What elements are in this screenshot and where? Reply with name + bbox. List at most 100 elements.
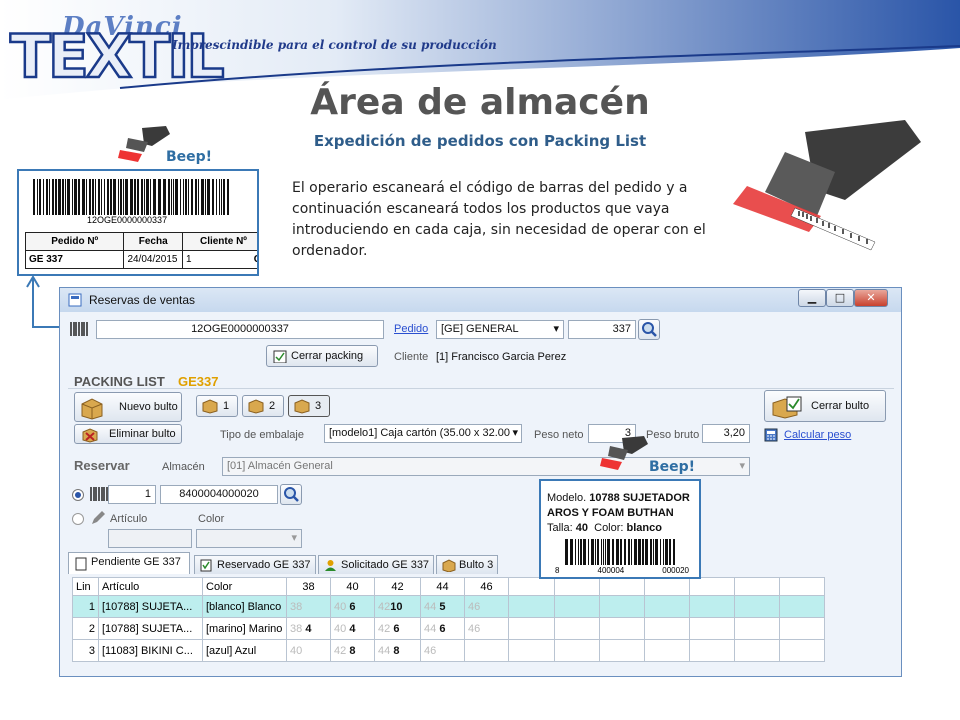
size-cell[interactable]: 38 4 (286, 617, 331, 640)
cerrar-bulto-button[interactable]: Cerrar bulto (764, 390, 886, 422)
row-lin: 3 (72, 639, 99, 662)
column-header[interactable]: 40 (330, 577, 375, 596)
row-articulo: [11083] BIKINI C... (98, 639, 203, 662)
close-button[interactable]: ✕ (854, 289, 888, 307)
column-header[interactable]: 46 (464, 577, 509, 596)
column-header[interactable]: 44 (420, 577, 465, 596)
size-cell[interactable]: 46 (464, 617, 509, 640)
tipo-embalaje-label: Tipo de embalaje (220, 429, 304, 441)
box-icon (202, 399, 218, 414)
app-icon (68, 293, 82, 307)
size-cell[interactable]: 44 6 (420, 617, 465, 640)
row-color: [azul] Azul (202, 639, 287, 662)
size-cell[interactable]: 44 5 (420, 595, 465, 618)
row-color: [marino] Marino (202, 617, 287, 640)
packing-list-code: GE337 (178, 374, 219, 389)
calcular-peso-link[interactable]: Calcular peso (784, 429, 851, 441)
search-button[interactable] (280, 484, 302, 505)
barcode-icon (90, 487, 108, 501)
bulto-tab-3[interactable]: 3 (288, 395, 330, 417)
cerrar-packing-button[interactable]: Cerrar packing (266, 345, 378, 367)
peso-bruto-input[interactable]: 3,20 (702, 424, 750, 443)
chevron-down-icon: ▾ (512, 427, 518, 439)
window-title: Reservas de ventas (89, 293, 196, 307)
size-cell[interactable]: 42 6 (374, 617, 421, 640)
chevron-down-icon: ▾ (553, 323, 559, 335)
tab-bulto-3[interactable]: Bulto 3 (436, 555, 498, 574)
size-cell[interactable]: 38 (286, 595, 331, 618)
order-barcode-input[interactable]: 12OGE0000000337 (96, 320, 384, 339)
table-row[interactable]: 2 [10788] SUJETA... [marino] Marino 38 4… (72, 617, 825, 640)
nuevo-bulto-button[interactable]: Nuevo bulto (74, 392, 182, 422)
articulo-input[interactable] (108, 529, 192, 548)
calculator-icon (764, 428, 778, 442)
size-cell[interactable]: 46 (464, 595, 509, 618)
column-header[interactable]: Lin (72, 577, 99, 596)
size-cell[interactable]: 42 8 (330, 639, 375, 662)
size-cell[interactable]: 46 (420, 639, 465, 662)
packing-list-label: PACKING LIST (74, 374, 165, 389)
scanner-icon (600, 436, 648, 470)
checklist-icon (200, 559, 212, 572)
search-button[interactable] (638, 319, 660, 340)
pedido-number-input[interactable]: 337 (568, 320, 636, 339)
manual-mode-radio[interactable] (72, 513, 84, 525)
tab-reservado[interactable]: Reservado GE 337 (194, 555, 316, 574)
row-lin: 1 (72, 595, 99, 618)
maximize-button[interactable]: □ (826, 289, 854, 307)
delete-box-icon (82, 428, 98, 443)
search-icon (284, 487, 299, 502)
tipo-embalaje-select[interactable]: [modelo1] Caja cartón (35.00 x 32.00 ▾ (324, 424, 522, 443)
divider (68, 388, 894, 389)
closed-box-icon (772, 396, 802, 419)
pedido-select[interactable]: [GE] GENERAL ▾ (436, 320, 564, 339)
column-header[interactable]: Color (202, 577, 287, 596)
reservas-window: Reservas de ventas ▁ □ ✕ 12OGE0000000337… (59, 287, 902, 677)
chevron-down-icon: ▾ (291, 532, 297, 544)
clipboard-icon (273, 350, 287, 363)
eliminar-bulto-button[interactable]: Eliminar bulto (74, 424, 182, 444)
row-articulo: [10788] SUJETA... (98, 595, 203, 618)
box-icon (248, 399, 264, 414)
size-cell[interactable]: 40 (286, 639, 331, 662)
clipboard-icon (75, 557, 87, 571)
minimize-button[interactable]: ▁ (798, 289, 826, 307)
column-header[interactable]: 38 (286, 577, 331, 596)
row-lin: 2 (72, 617, 99, 640)
product-model: Modelo. 10788 SUJETADOR AROS Y FOAM BUTH… (547, 492, 690, 519)
row-articulo: [10788] SUJETA... (98, 617, 203, 640)
pen-icon (92, 511, 105, 524)
barcode-graphic (565, 539, 675, 565)
box-icon (294, 399, 310, 414)
scan-mode-radio[interactable] (72, 489, 84, 501)
pending-grid: Lin Artículo Color 38 40 42 44 46 1 [107… (72, 577, 825, 662)
color-label: Color (198, 513, 225, 525)
reservar-label: Reservar (74, 458, 130, 473)
column-header[interactable]: Artículo (98, 577, 203, 596)
size-cell[interactable]: 40 6 (330, 595, 375, 618)
size-cell[interactable]: 4210 (374, 595, 421, 618)
color-select[interactable]: ▾ (196, 529, 302, 548)
bulto-tab-2[interactable]: 2 (242, 395, 284, 417)
table-row[interactable]: 3 [11083] BIKINI C... [azul] Azul 40 42 … (72, 639, 825, 662)
box-icon (442, 559, 456, 572)
user-icon (325, 560, 336, 571)
product-label-card: Modelo. 10788 SUJETADOR AROS Y FOAM BUTH… (539, 479, 701, 579)
size-cell[interactable] (464, 639, 509, 662)
quantity-input[interactable]: 1 (108, 485, 156, 504)
bulto-tab-1[interactable]: 1 (196, 395, 238, 417)
table-row[interactable]: 1 [10788] SUJETA... [blanco] Blanco 38 4… (72, 595, 825, 618)
almacen-label: Almacén (162, 461, 205, 473)
articulo-label: Artículo (110, 513, 148, 525)
beep-label: Beep! (649, 459, 696, 475)
size-cell[interactable]: 44 8 (374, 639, 421, 662)
cliente-label: Cliente (394, 351, 429, 363)
column-header[interactable]: 42 (374, 577, 421, 596)
tab-pendiente[interactable]: Pendiente GE 337 (68, 552, 190, 574)
row-color: [blanco] Blanco (202, 595, 287, 618)
cliente-value: [1] Francisco Garcia Perez (436, 351, 567, 363)
size-cell[interactable]: 40 4 (330, 617, 375, 640)
product-barcode-input[interactable]: 8400004000020 (160, 485, 278, 504)
tab-solicitado[interactable]: Solicitado GE 337 (318, 555, 434, 574)
pedido-link[interactable]: Pedido (394, 323, 428, 335)
